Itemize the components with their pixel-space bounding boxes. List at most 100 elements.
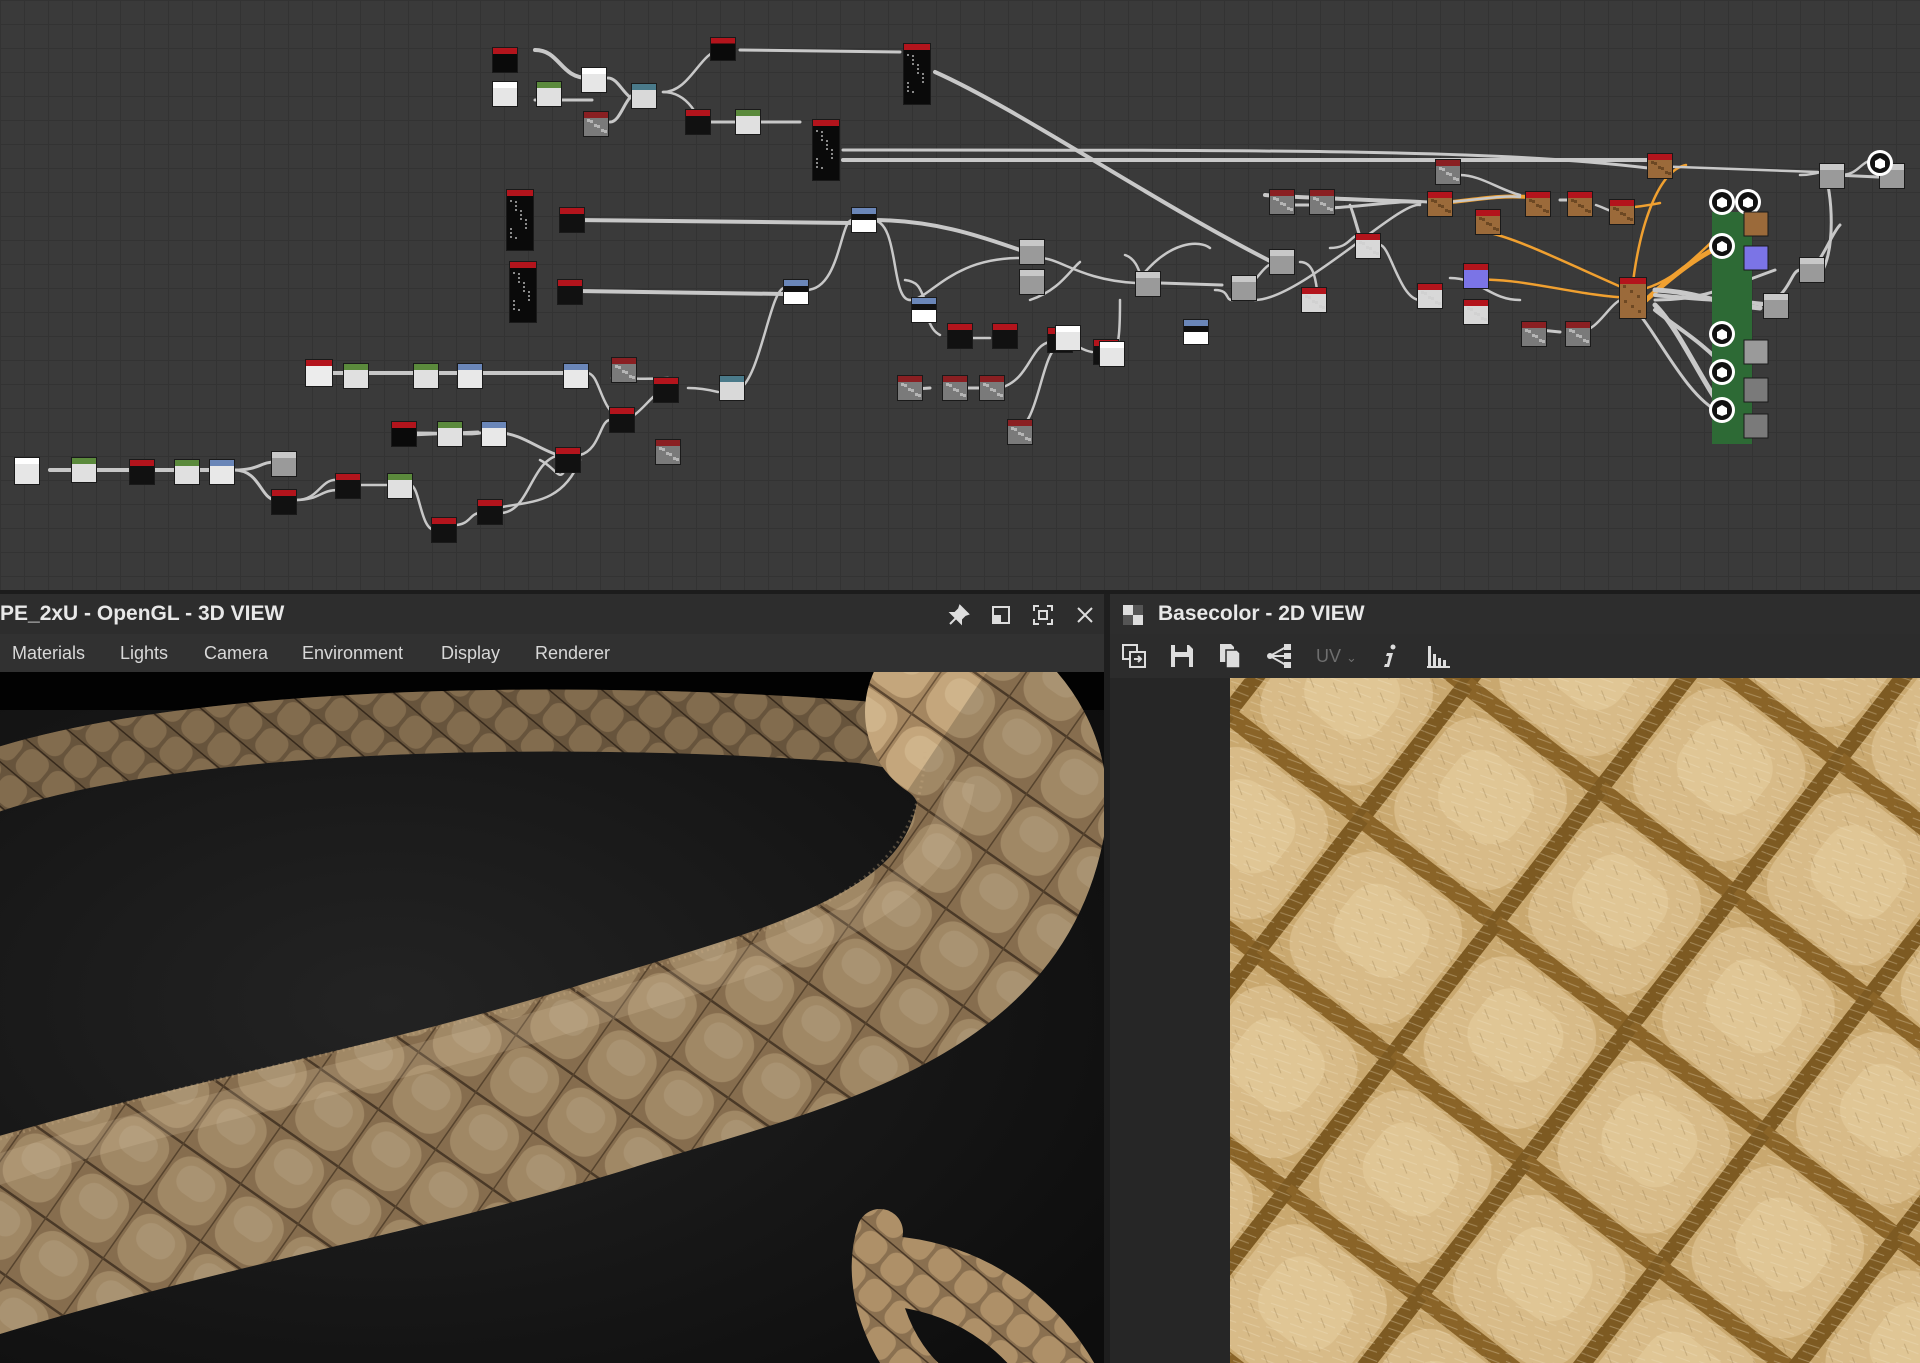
graph-node[interactable]	[1019, 239, 1045, 265]
graph-node[interactable]	[911, 297, 937, 323]
menu-lights[interactable]: Lights	[120, 634, 168, 672]
graph-node[interactable]	[812, 119, 840, 181]
graph-node[interactable]	[1355, 233, 1381, 259]
graph-node[interactable]	[685, 109, 711, 135]
node-graph-canvas[interactable]	[0, 0, 1920, 590]
graph-node[interactable]	[1007, 419, 1033, 445]
graph-node[interactable]	[1521, 321, 1547, 347]
output-node-icon[interactable]	[1735, 189, 1761, 215]
output-node-icon[interactable]	[1709, 321, 1735, 347]
output-node-icon[interactable]	[1709, 189, 1735, 215]
graph-node[interactable]	[710, 37, 736, 61]
graph-node[interactable]	[481, 421, 507, 447]
float-window-icon[interactable]	[990, 604, 1012, 626]
graph-node[interactable]	[1609, 199, 1635, 225]
graph-node[interactable]	[536, 81, 562, 107]
graph-node[interactable]	[653, 377, 679, 403]
graph-node[interactable]	[1427, 191, 1453, 217]
graph-node[interactable]	[387, 473, 413, 499]
graph-node[interactable]	[557, 279, 583, 305]
menu-materials[interactable]: Materials	[12, 634, 85, 672]
graph-node[interactable]	[947, 323, 973, 349]
viewport-3d[interactable]	[0, 672, 1104, 1363]
graph-node[interactable]	[611, 357, 637, 383]
graph-node[interactable]	[1435, 159, 1461, 185]
pin-icon[interactable]	[948, 604, 970, 626]
graph-node[interactable]	[897, 375, 923, 401]
graph-node[interactable]	[335, 473, 361, 499]
graph-node[interactable]	[631, 83, 657, 109]
copy-icon[interactable]	[1216, 642, 1244, 670]
graph-node[interactable]	[492, 81, 518, 107]
output-preview-node[interactable]	[1743, 211, 1769, 237]
graph-node[interactable]	[391, 421, 417, 447]
graph-node[interactable]	[851, 207, 877, 233]
maximize-icon[interactable]	[1032, 604, 1054, 626]
basecolor-texture-view[interactable]	[1230, 678, 1920, 1363]
graph-node[interactable]	[1763, 293, 1789, 319]
graph-node[interactable]	[942, 375, 968, 401]
share-icon[interactable]	[1266, 642, 1294, 670]
output-preview-node[interactable]	[1743, 339, 1769, 365]
output-preview-node[interactable]	[1743, 245, 1769, 271]
graph-node[interactable]	[1231, 275, 1257, 301]
graph-node[interactable]	[1099, 341, 1125, 367]
graph-node[interactable]	[581, 67, 607, 93]
graph-node[interactable]	[1309, 189, 1335, 215]
graph-node[interactable]	[492, 47, 518, 73]
node-graph-svg[interactable]	[0, 0, 1920, 590]
graph-node[interactable]	[1565, 321, 1591, 347]
graph-node[interactable]	[1799, 257, 1825, 283]
uv-dropdown[interactable]: UV ⌄	[1316, 634, 1357, 680]
graph-node[interactable]	[1819, 163, 1845, 189]
basecolor-texture[interactable]	[1230, 678, 1920, 1363]
graph-node[interactable]	[413, 363, 439, 389]
graph-node[interactable]	[563, 363, 589, 389]
graph-node[interactable]	[431, 517, 457, 543]
graph-node[interactable]	[271, 489, 297, 515]
menu-environment[interactable]: Environment	[302, 634, 403, 672]
info-icon[interactable]	[1376, 642, 1404, 670]
graph-node[interactable]	[735, 109, 761, 135]
graph-node[interactable]	[271, 451, 297, 477]
graph-node[interactable]	[1055, 325, 1081, 351]
graph-node[interactable]	[477, 499, 503, 525]
graph-node[interactable]	[1475, 209, 1501, 235]
graph-node[interactable]	[1301, 287, 1327, 313]
menu-display[interactable]: Display	[441, 634, 500, 672]
graph-node[interactable]	[783, 279, 809, 305]
graph-node[interactable]	[1269, 249, 1295, 275]
graph-node[interactable]	[555, 447, 581, 473]
graph-node[interactable]	[719, 375, 745, 401]
graph-node[interactable]	[71, 457, 97, 483]
menu-renderer[interactable]: Renderer	[535, 634, 610, 672]
graph-node[interactable]	[1417, 283, 1443, 309]
output-node-icon[interactable]	[1867, 150, 1893, 176]
output-preview-node[interactable]	[1743, 377, 1769, 403]
graph-node[interactable]	[457, 363, 483, 389]
graph-node[interactable]	[14, 457, 40, 485]
output-node-icon[interactable]	[1709, 233, 1735, 259]
close-icon[interactable]	[1074, 604, 1096, 626]
graph-node[interactable]	[583, 111, 609, 137]
graph-node[interactable]	[655, 439, 681, 465]
graph-node[interactable]	[1269, 189, 1295, 215]
graph-node[interactable]	[559, 207, 585, 233]
export-view-icon[interactable]	[1120, 642, 1148, 670]
graph-node[interactable]	[1525, 191, 1551, 217]
output-node-icon[interactable]	[1709, 359, 1735, 385]
output-node-icon[interactable]	[1709, 397, 1735, 423]
graph-node[interactable]	[343, 363, 369, 389]
output-preview-node[interactable]	[1743, 413, 1769, 439]
graph-node[interactable]	[509, 261, 537, 323]
graph-node[interactable]	[437, 421, 463, 447]
graph-node[interactable]	[209, 459, 235, 485]
graph-node[interactable]	[979, 375, 1005, 401]
graph-node[interactable]	[1463, 263, 1489, 289]
graph-node[interactable]	[1019, 269, 1045, 295]
graph-node[interactable]	[174, 459, 200, 485]
graph-node[interactable]	[305, 359, 333, 387]
graph-node[interactable]	[609, 407, 635, 433]
graph-node[interactable]	[129, 459, 155, 485]
graph-node[interactable]	[992, 323, 1018, 349]
